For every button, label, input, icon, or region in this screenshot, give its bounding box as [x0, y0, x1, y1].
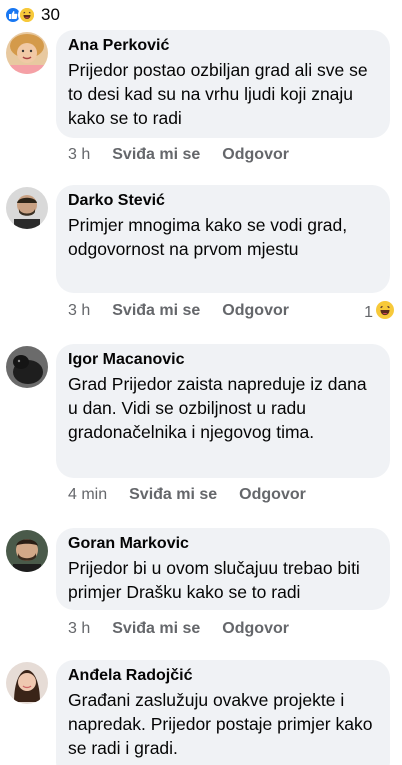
haha-icon: [18, 6, 36, 24]
comment-bubble: Anđela Radojčić Građani zaslužuju ovakve…: [56, 660, 390, 765]
avatar[interactable]: [6, 32, 48, 74]
comment-bubble: Igor Macanovic Grad Prijedor zaista napr…: [56, 344, 390, 478]
comment-bubble: Goran Markovic Prijedor bi u ovom slučaj…: [56, 528, 390, 610]
comment-bubble: Ana Perković Prijedor postao ozbiljan gr…: [56, 30, 390, 138]
comment-author[interactable]: Darko Stević: [68, 191, 378, 211]
comment-time[interactable]: 4 min: [68, 486, 107, 504]
like-button[interactable]: Sviđa mi se: [112, 146, 200, 164]
reply-button[interactable]: Odgovor: [239, 486, 306, 504]
comment-text: Građani zaslužuju ovakve projekte i napr…: [68, 690, 373, 758]
avatar[interactable]: [6, 530, 48, 572]
comment-actions: 3 h Sviđa mi se Odgovor: [68, 620, 289, 638]
comment-time[interactable]: 3 h: [68, 620, 90, 638]
comment-bubble: Darko Stević Primjer mnogima kako se vod…: [56, 185, 390, 293]
avatar[interactable]: [6, 187, 48, 229]
comment-actions: 4 min Sviđa mi se Odgovor: [68, 486, 306, 504]
comment-author[interactable]: Ana Perković: [68, 36, 378, 56]
avatar[interactable]: [6, 346, 48, 388]
reaction-summary[interactable]: 30: [4, 4, 60, 26]
like-button[interactable]: Sviđa mi se: [112, 620, 200, 638]
comment-actions: 3 h Sviđa mi se Odgovor: [68, 302, 289, 320]
like-button[interactable]: Sviđa mi se: [129, 486, 217, 504]
haha-icon: [376, 301, 394, 324]
reply-button[interactable]: Odgovor: [222, 146, 289, 164]
reaction-count: 30: [41, 5, 60, 24]
comment-text: Prijedor postao ozbiljan grad ali sve se…: [68, 60, 368, 128]
reply-button[interactable]: Odgovor: [222, 620, 289, 638]
comment-text: Primjer mnogima kako se vodi grad, odgov…: [68, 215, 348, 259]
comment-text: Grad Prijedor zaista napreduje iz dana u…: [68, 374, 367, 442]
comment-reaction-count: 1: [364, 303, 373, 321]
comment-time[interactable]: 3 h: [68, 302, 90, 320]
comment-author[interactable]: Igor Macanovic: [68, 350, 378, 370]
comment-author[interactable]: Anđela Radojčić: [68, 666, 378, 686]
avatar[interactable]: [6, 662, 48, 704]
comment-reactions[interactable]: 1: [364, 301, 394, 324]
reply-button[interactable]: Odgovor: [222, 302, 289, 320]
comment-author[interactable]: Goran Markovic: [68, 534, 378, 554]
comment-text: Prijedor bi u ovom slučajuu trebao biti …: [68, 558, 360, 602]
comment-time[interactable]: 3 h: [68, 146, 90, 164]
like-button[interactable]: Sviđa mi se: [112, 302, 200, 320]
comment-actions: 3 h Sviđa mi se Odgovor: [68, 146, 289, 164]
